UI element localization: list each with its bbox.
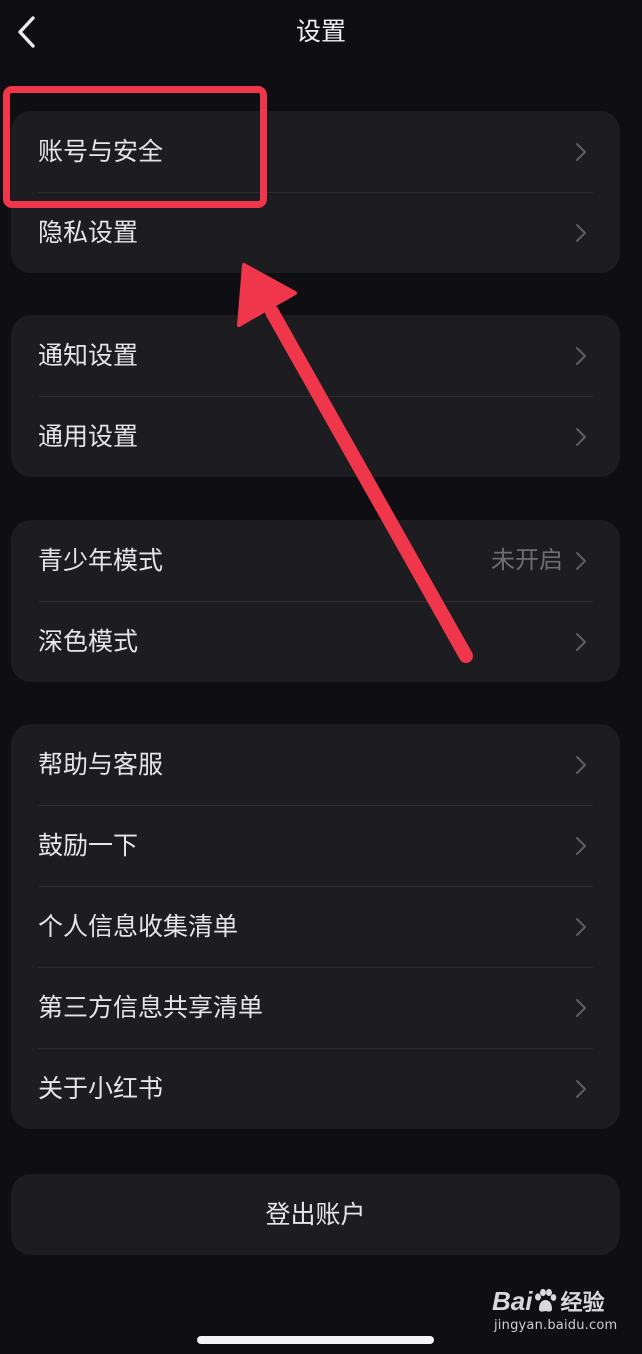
row-teen-mode[interactable]: 青少年模式 未开启 (11, 520, 620, 601)
row-personal-info-list[interactable]: 个人信息收集清单 (11, 886, 620, 967)
row-privacy-settings[interactable]: 隐私设置 (11, 192, 620, 273)
row-label: 个人信息收集清单 (38, 912, 239, 941)
row-help-support[interactable]: 帮助与客服 (11, 724, 620, 805)
watermark-logo: Bai 经验 (492, 1286, 604, 1318)
navigation-bar: 设置 (0, 0, 642, 64)
watermark-logo-cn: 经验 (560, 1290, 605, 1315)
row-label: 深色模式 (38, 627, 139, 656)
row-notification-settings[interactable]: 通知设置 (11, 315, 620, 396)
logout-button[interactable]: 登出账户 (11, 1174, 620, 1255)
teen-mode-status: 未开启 (491, 546, 563, 574)
row-label: 帮助与客服 (38, 750, 164, 779)
row-third-party-sharing-list[interactable]: 第三方信息共享清单 (11, 967, 620, 1048)
watermark-logo-text: Bai (492, 1286, 533, 1316)
chevron-right-icon (576, 143, 586, 161)
chevron-right-icon (576, 552, 586, 570)
chevron-right-icon (576, 1080, 586, 1098)
settings-group-account: 账号与安全 隐私设置 (11, 111, 620, 273)
row-label: 通知设置 (38, 341, 139, 370)
chevron-right-icon (576, 633, 586, 651)
row-label: 通用设置 (38, 422, 139, 451)
row-label: 第三方信息共享清单 (38, 993, 264, 1022)
row-encourage[interactable]: 鼓励一下 (11, 805, 620, 886)
settings-group-about: 帮助与客服 鼓励一下 个人信息收集清单 第三方信息共享清单 关于小红书 (11, 724, 620, 1129)
chevron-right-icon (576, 224, 586, 242)
baidu-paw-icon (535, 1288, 557, 1312)
row-label: 关于小红书 (38, 1074, 164, 1103)
settings-group-modes: 青少年模式 未开启 深色模式 (11, 520, 620, 682)
watermark-url: jingyan.baidu.com (494, 1318, 618, 1333)
row-general-settings[interactable]: 通用设置 (11, 396, 620, 477)
logout-label: 登出账户 (265, 1200, 366, 1229)
row-label: 隐私设置 (38, 218, 139, 247)
row-label: 青少年模式 (38, 546, 164, 575)
row-about-app[interactable]: 关于小红书 (11, 1048, 620, 1129)
row-label: 鼓励一下 (38, 831, 139, 860)
row-label: 账号与安全 (38, 137, 164, 166)
chevron-right-icon (576, 918, 586, 936)
chevron-right-icon (576, 428, 586, 446)
page-title: 设置 (295, 17, 346, 46)
home-indicator (197, 1336, 434, 1344)
chevron-right-icon (576, 347, 586, 365)
row-dark-mode[interactable]: 深色模式 (11, 601, 620, 682)
chevron-right-icon (576, 837, 586, 855)
row-account-security[interactable]: 账号与安全 (11, 111, 620, 192)
baidu-jingyan-watermark: Bai 经验 jingyan.baidu.com (492, 1286, 622, 1342)
chevron-right-icon (576, 756, 586, 774)
chevron-right-icon (576, 999, 586, 1017)
settings-group-general: 通知设置 通用设置 (11, 315, 620, 477)
